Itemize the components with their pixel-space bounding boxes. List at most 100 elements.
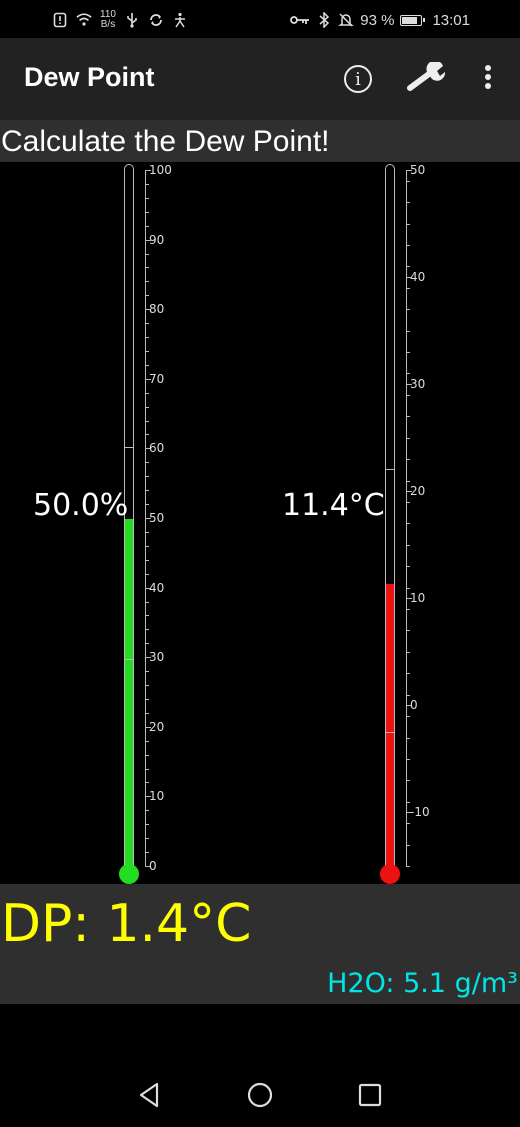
wifi-icon — [76, 12, 92, 28]
status-icons-right: 93 % 13:01 — [290, 8, 470, 32]
scale-minor-tick — [406, 266, 410, 268]
scale-minor-tick — [406, 694, 410, 696]
info-button[interactable]: i — [339, 60, 377, 98]
scale-tick-label: 100 — [149, 163, 172, 177]
scale-minor-tick — [145, 545, 149, 547]
scale-minor-tick — [145, 323, 149, 325]
scale-minor-tick — [406, 651, 410, 653]
humidity-bulb[interactable] — [119, 864, 139, 884]
scale-minor-tick — [406, 801, 410, 803]
sim-alert-icon — [52, 12, 68, 28]
recents-button[interactable] — [355, 1082, 385, 1112]
scale-minor-tick — [145, 559, 149, 561]
scale-minor-tick — [406, 330, 410, 332]
scale-minor-tick — [145, 671, 149, 673]
scale-minor-tick — [406, 416, 410, 418]
scale-minor-tick — [145, 364, 149, 366]
scale-minor-tick — [145, 420, 149, 422]
scale-tick-label: -10 — [410, 805, 430, 820]
usb-icon — [124, 12, 140, 28]
info-icon: i — [344, 65, 372, 93]
overflow-menu-icon — [484, 64, 492, 94]
overflow-menu-button[interactable] — [469, 60, 507, 98]
heading-text: Calculate the Dew Point! — [1, 125, 330, 158]
scale-tick-label: 30 — [410, 377, 426, 392]
scale-minor-tick — [406, 673, 410, 675]
tube-mark — [385, 469, 395, 470]
scale-minor-tick — [406, 180, 410, 182]
scale-minor-tick — [145, 643, 149, 645]
scale-minor-tick — [406, 737, 410, 739]
scale-minor-tick — [145, 434, 149, 436]
scale-minor-tick — [406, 566, 410, 568]
scale-minor-tick — [406, 823, 410, 825]
scale-tick-label: 10 — [410, 591, 426, 606]
scale-minor-tick — [145, 685, 149, 687]
app-bar: Dew Point i — [0, 38, 520, 120]
scale-minor-tick — [406, 844, 410, 846]
scale-minor-tick — [406, 544, 410, 546]
scale-minor-tick — [145, 490, 149, 492]
bluetooth-icon — [316, 12, 332, 28]
scale-tick-label: 20 — [149, 719, 165, 734]
scale-minor-tick — [406, 780, 410, 782]
scale-minor-tick — [145, 852, 149, 854]
scale-minor-tick — [145, 838, 149, 840]
scale-minor-tick — [145, 573, 149, 575]
back-icon — [137, 1082, 161, 1112]
settings-button[interactable] — [407, 60, 446, 98]
status-bar: 110 B/s 93 % 13:01 — [0, 0, 520, 38]
scale-tick-label: 50 — [410, 163, 426, 177]
scale-minor-tick — [406, 523, 410, 525]
scale-minor-tick — [406, 587, 410, 589]
scale-tick-label: 30 — [149, 650, 165, 665]
recents-icon — [358, 1083, 382, 1111]
vpn-key-icon — [290, 12, 310, 28]
dew-point-value: DP: 1.4°C — [1, 894, 252, 954]
scale-tick-label: 60 — [149, 441, 165, 456]
tube-mark — [124, 659, 134, 660]
temperature-bulb[interactable] — [380, 864, 400, 884]
scale-minor-tick — [145, 615, 149, 617]
clock: 13:01 — [432, 11, 470, 29]
temperature-fill — [386, 584, 394, 866]
scale-minor-tick — [406, 202, 410, 204]
scale-minor-tick — [145, 504, 149, 506]
result-panel: DP: 1.4°C H2O: 5.1 g/m³ — [0, 884, 520, 1004]
heading-bar: Calculate the Dew Point! — [0, 120, 520, 162]
scale-minor-tick — [406, 609, 410, 610]
scale-minor-tick — [145, 740, 149, 742]
scale-minor-tick — [145, 754, 149, 756]
tube-mark — [385, 732, 395, 733]
scale-minor-tick — [406, 459, 410, 461]
scale-minor-tick — [145, 337, 149, 339]
temperature-tube[interactable] — [385, 164, 395, 867]
scale-minor-tick — [145, 197, 149, 199]
scale-minor-tick — [406, 309, 410, 311]
humidity-reading: 50.0% — [33, 488, 129, 523]
scale-minor-tick — [145, 698, 149, 700]
sync-icon — [148, 12, 164, 28]
scale-minor-tick — [145, 629, 149, 631]
humidity-fill — [125, 519, 133, 866]
scale-minor-tick — [406, 394, 410, 396]
accessibility-icon — [172, 12, 188, 28]
scale-tick-label: 70 — [149, 371, 165, 386]
scale-tick-label: 10 — [149, 789, 165, 804]
scale-minor-tick — [145, 824, 149, 826]
home-button[interactable] — [245, 1082, 275, 1112]
scale-minor-tick — [406, 287, 410, 289]
mute-icon — [338, 12, 355, 28]
scale-tick-label: 0 — [410, 698, 418, 713]
scale-minor-tick — [406, 716, 410, 718]
scale-minor-tick — [145, 183, 149, 185]
back-button[interactable] — [134, 1082, 164, 1112]
scale-tick-label: 20 — [410, 484, 426, 499]
scale-minor-tick — [145, 211, 149, 213]
battery-percent: 93 % — [360, 11, 395, 29]
status-icons-left: 110 B/s — [52, 8, 188, 32]
temperature-reading: 11.4°C — [282, 488, 385, 523]
scale-minor-tick — [145, 462, 149, 464]
gauges-area: 100 90 80 70 60 50 40 30 20 10 0 50.0% 50 40 30 20 10 0… — [0, 162, 520, 884]
scale-minor-tick — [145, 281, 149, 283]
